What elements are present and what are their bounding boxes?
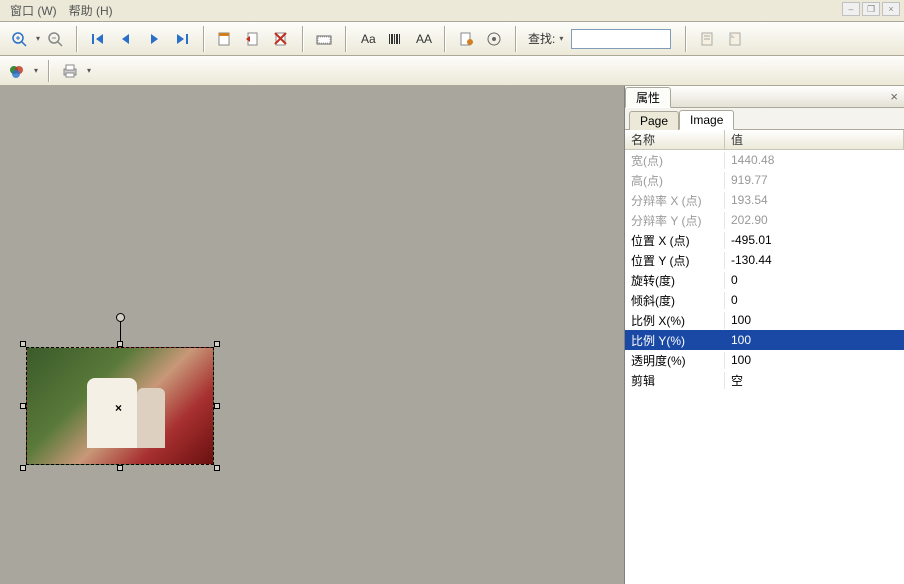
resize-handle-w[interactable] xyxy=(20,403,26,409)
main-toolbar: ▾ Aa AA 查找: ▾ xyxy=(0,22,904,56)
find-input[interactable] xyxy=(571,29,671,49)
property-row[interactable]: 位置 Y (点)-130.44 xyxy=(625,250,904,270)
property-name: 分辩率 X (点) xyxy=(625,192,725,209)
property-row[interactable]: 倾斜(度)0 xyxy=(625,290,904,310)
close-button[interactable]: × xyxy=(882,2,900,16)
color-tool-button[interactable] xyxy=(6,60,28,82)
color-dropdown-icon[interactable]: ▾ xyxy=(34,66,38,75)
property-value: 202.90 xyxy=(725,213,904,227)
zoom-dropdown-icon[interactable]: ▾ xyxy=(36,34,40,43)
property-name: 比例 Y(%) xyxy=(625,332,725,349)
resize-handle-s[interactable] xyxy=(117,465,123,471)
property-value[interactable]: 100 xyxy=(725,313,904,327)
barcode-tool-button[interactable] xyxy=(382,26,408,52)
import-page-button[interactable] xyxy=(240,26,266,52)
tab-page[interactable]: Page xyxy=(629,111,679,130)
property-name: 比例 X(%) xyxy=(625,312,725,329)
text-tool-a-button[interactable]: Aa xyxy=(354,26,380,52)
zoom-out-button[interactable] xyxy=(42,26,68,52)
property-value[interactable]: 0 xyxy=(725,293,904,307)
panel-titlebar: 属性 × xyxy=(625,86,904,108)
property-row[interactable]: 剪辑空 xyxy=(625,370,904,390)
property-row: 宽(点)1440.48 xyxy=(625,150,904,170)
secondary-toolbar: ▾ ▾ xyxy=(0,56,904,86)
property-row[interactable]: 比例 Y(%)100 xyxy=(625,330,904,350)
print-dropdown-icon[interactable]: ▾ xyxy=(87,66,91,75)
menu-help[interactable]: 帮助 (H) xyxy=(63,0,119,21)
column-header-name[interactable]: 名称 xyxy=(625,130,725,149)
restore-button[interactable]: ❐ xyxy=(862,2,880,16)
property-name: 位置 Y (点) xyxy=(625,252,725,269)
resize-handle-se[interactable] xyxy=(214,465,220,471)
doc-tool-1-button[interactable] xyxy=(694,26,720,52)
panel-close-icon[interactable]: × xyxy=(890,89,898,104)
column-header-value[interactable]: 值 xyxy=(725,130,904,149)
keyboard-button[interactable] xyxy=(311,26,337,52)
resize-handle-e[interactable] xyxy=(214,403,220,409)
rotation-handle[interactable] xyxy=(116,313,125,322)
properties-header: 名称 值 xyxy=(625,130,904,150)
panel-title-label[interactable]: 属性 xyxy=(625,87,671,108)
property-value[interactable]: 100 xyxy=(725,353,904,367)
window-controls: – ❐ × xyxy=(842,2,900,16)
menu-window[interactable]: 窗口 (W) xyxy=(4,0,63,21)
delete-page-button[interactable] xyxy=(268,26,294,52)
menu-bar: 窗口 (W) 帮助 (H) – ❐ × xyxy=(0,0,904,22)
new-page-button[interactable] xyxy=(212,26,238,52)
last-page-button[interactable] xyxy=(169,26,195,52)
properties-panel: 属性 × Page Image 名称 值 宽(点)1440.48高(点)919.… xyxy=(624,86,904,584)
page-tool-button[interactable] xyxy=(453,26,479,52)
resize-handle-nw[interactable] xyxy=(20,341,26,347)
property-value: 193.54 xyxy=(725,193,904,207)
property-value: 1440.48 xyxy=(725,153,904,167)
property-name: 旋转(度) xyxy=(625,272,725,289)
property-row[interactable]: 位置 X (点)-495.01 xyxy=(625,230,904,250)
property-row[interactable]: 比例 X(%)100 xyxy=(625,310,904,330)
find-dropdown-icon[interactable]: ▾ xyxy=(559,34,563,43)
property-value[interactable]: 空 xyxy=(725,372,904,389)
property-name: 透明度(%) xyxy=(625,352,725,369)
find-label: 查找: xyxy=(528,30,555,47)
panel-subtabs: Page Image xyxy=(625,108,904,130)
svg-text:Aa: Aa xyxy=(361,32,376,46)
canvas-area[interactable]: × xyxy=(0,86,624,584)
property-value: 919.77 xyxy=(725,173,904,187)
selected-image-object[interactable]: × xyxy=(20,341,220,471)
property-name: 高(点) xyxy=(625,172,725,189)
tab-image[interactable]: Image xyxy=(679,110,734,130)
property-name: 宽(点) xyxy=(625,152,725,169)
property-name: 位置 X (点) xyxy=(625,232,725,249)
resize-handle-n[interactable] xyxy=(117,341,123,347)
property-row[interactable]: 旋转(度)0 xyxy=(625,270,904,290)
rotation-line xyxy=(120,321,121,341)
property-value[interactable]: -130.44 xyxy=(725,253,904,267)
property-value[interactable]: 100 xyxy=(725,333,904,347)
property-row: 分辩率 X (点)193.54 xyxy=(625,190,904,210)
property-name: 分辩率 Y (点) xyxy=(625,212,725,229)
text-tool-aa-button[interactable]: AA xyxy=(410,26,436,52)
property-row[interactable]: 透明度(%)100 xyxy=(625,350,904,370)
property-value[interactable]: -495.01 xyxy=(725,233,904,247)
minimize-button[interactable]: – xyxy=(842,2,860,16)
resize-handle-ne[interactable] xyxy=(214,341,220,347)
property-value[interactable]: 0 xyxy=(725,273,904,287)
property-name: 剪辑 xyxy=(625,372,725,389)
first-page-button[interactable] xyxy=(85,26,111,52)
property-name: 倾斜(度) xyxy=(625,292,725,309)
properties-table: 名称 值 宽(点)1440.48高(点)919.77分辩率 X (点)193.5… xyxy=(625,130,904,584)
property-row: 高(点)919.77 xyxy=(625,170,904,190)
center-marker-icon[interactable]: × xyxy=(115,401,122,415)
svg-text:AA: AA xyxy=(416,32,432,46)
zoom-in-button[interactable] xyxy=(6,26,32,52)
prev-page-button[interactable] xyxy=(113,26,139,52)
target-tool-button[interactable] xyxy=(481,26,507,52)
workspace: × 属性 × Page Image 名称 值 宽(点)1440.48高(点)91… xyxy=(0,86,904,584)
resize-handle-sw[interactable] xyxy=(20,465,26,471)
next-page-button[interactable] xyxy=(141,26,167,52)
property-row: 分辩率 Y (点)202.90 xyxy=(625,210,904,230)
print-tool-button[interactable] xyxy=(59,60,81,82)
doc-tool-2-button[interactable] xyxy=(722,26,748,52)
